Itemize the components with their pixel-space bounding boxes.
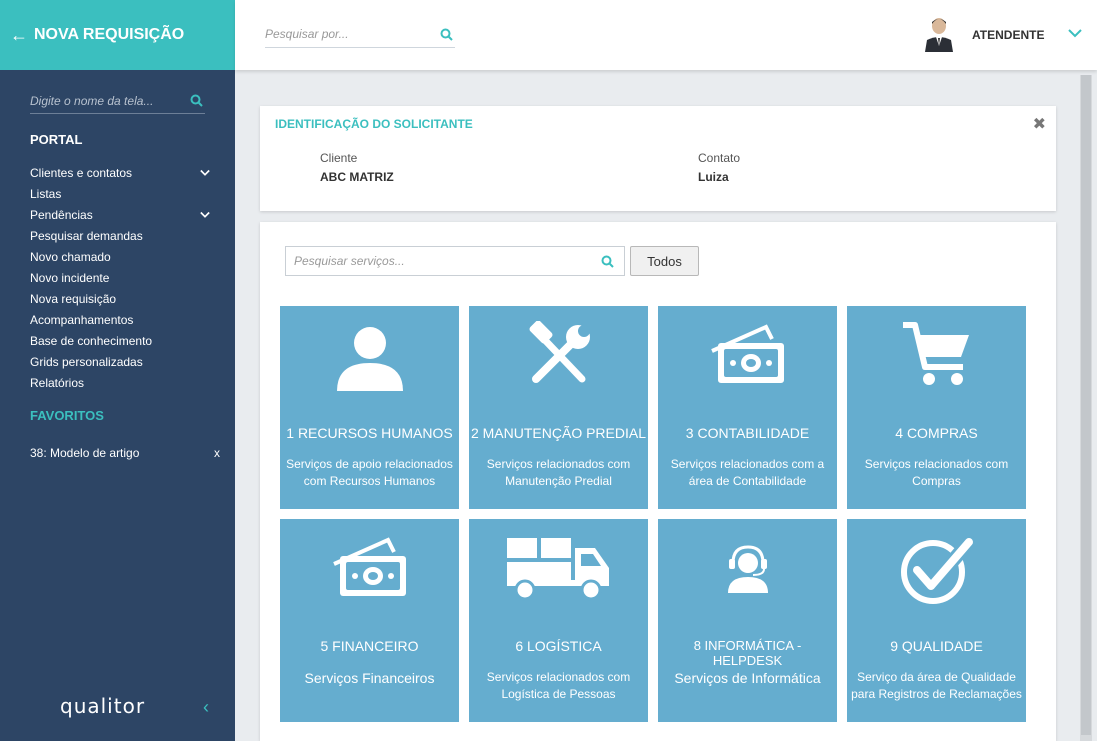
requester-identification-panel: IDENTIFICAÇÃO DO SOLICITANTE ✖ Cliente A… [260,106,1056,211]
close-icon[interactable]: ✖ [1033,114,1046,134]
client-label: Cliente [320,151,358,165]
tile-description: Serviços Financeiros [304,670,435,686]
search-icon[interactable] [190,94,203,107]
global-search [265,22,455,48]
menu-item-acompanhamentos[interactable]: Acompanhamentos [30,309,210,330]
scrollbar[interactable] [1080,75,1092,741]
tile-description: Serviços de apoio relacionados com Recur… [286,457,453,488]
chevron-down-icon[interactable] [1068,28,1082,38]
user-name[interactable]: ATENDENTE [972,28,1044,42]
tile-description: Serviços relacionados com Logística de P… [486,670,631,701]
tile-description: Serviços relacionados com Compras [864,457,1009,488]
search-icon[interactable] [601,255,614,268]
remove-favorite-button[interactable]: x [214,446,220,460]
menu-item-base-conhecimento[interactable]: Base de conhecimento [30,330,210,351]
tile-description: Serviços relacionados com Manutenção Pre… [486,457,631,488]
menu-item-novo-incidente[interactable]: Novo incidente [30,267,210,288]
qualitor-logo: qualitor [60,694,146,718]
screen-search [30,90,205,114]
menu-item-pendencias[interactable]: Pendências [30,204,210,225]
global-search-input[interactable] [265,22,425,46]
service-search-input[interactable] [286,247,586,275]
service-tile-recursos-humanos[interactable]: 1 RECURSOS HUMANOS Serviços de apoio rel… [280,306,459,509]
tile-title: 1 RECURSOS HUMANOS [286,425,453,441]
favorite-item[interactable]: 38: Modelo de artigo x [30,446,220,460]
sidebar: ← NOVA REQUISIÇÃO PORTAL Clientes e cont… [0,0,235,741]
tools-icon [529,321,590,383]
truck-icon [506,538,609,601]
user-icon [336,327,403,391]
collapse-sidebar-chevron-left-icon[interactable]: ‹ [203,697,209,718]
service-tile-compras[interactable]: 4 COMPRAS Serviços relacionados com Comp… [847,306,1026,509]
menu-item-relatorios[interactable]: Relatórios [30,372,210,393]
page-title: NOVA REQUISIÇÃO [34,26,185,43]
tile-description: Serviço da área de Qualidade para Regist… [851,670,1022,701]
back-arrow-icon[interactable]: ← [10,25,28,46]
tile-title: 2 MANUTENÇÃO PREDIAL [470,425,647,441]
menu-item-listas[interactable]: Listas [30,183,210,204]
avatar[interactable] [925,16,953,52]
sidebar-header[interactable]: ← NOVA REQUISIÇÃO [0,0,235,70]
menu-item-grids-personalizadas[interactable]: Grids personalizadas [30,351,210,372]
favorite-item-label[interactable]: 38: Modelo de artigo [30,446,139,460]
chevron-down-icon[interactable] [200,168,210,178]
tile-title: 4 COMPRAS [895,425,978,441]
contact-value: Luiza [698,170,729,184]
cart-icon [902,322,969,385]
service-tile-logistica[interactable]: 6 LOGÍSTICA Serviços relacionados com Lo… [469,519,648,722]
service-tile-financeiro[interactable]: 5 FINANCEIRO Serviços Financeiros [280,519,459,722]
tile-title: 8 INFORMÁTICA - HELPDESK [693,638,802,668]
top-bar: ATENDENTE [235,0,1097,70]
service-search [285,246,625,276]
service-tile-contabilidade[interactable]: 3 CONTABILIDADE Serviços relacionados co… [658,306,837,509]
money-icon [332,537,406,596]
money-icon [710,324,784,383]
contact-label: Contato [698,151,741,165]
portal-menu: Clientes e contatos Listas Pendências Pe… [30,162,210,393]
tile-title: 6 LOGÍSTICA [515,638,602,654]
client-value: ABC MATRIZ [320,170,394,184]
chevron-down-icon[interactable] [200,210,210,220]
tile-description: Serviços relacionados com a área de Cont… [670,457,825,488]
services-panel: Todos 1 RECURSOS HUMANOS Serviços de apo… [260,222,1056,741]
service-tile-manutencao-predial[interactable]: 2 MANUTENÇÃO PREDIAL Serviços relacionad… [469,306,648,509]
all-services-button[interactable]: Todos [630,246,699,276]
service-tile-informatica-helpdesk[interactable]: 8 INFORMÁTICA - HELPDESK Serviços de Inf… [658,519,837,722]
scrollbar-thumb[interactable] [1081,75,1091,735]
screen-search-input[interactable] [30,90,180,112]
check-icon [900,535,975,604]
tile-title: 5 FINANCEIRO [320,638,419,654]
tile-title: 3 CONTABILIDADE [685,425,810,441]
search-icon[interactable] [440,28,453,41]
menu-item-novo-chamado[interactable]: Novo chamado [30,246,210,267]
headset-icon [727,545,768,593]
favorites-section-title: FAVORITOS [30,408,104,423]
tile-title: 9 QUALIDADE [890,638,983,654]
portal-section-title: PORTAL [30,132,83,147]
tile-description: Serviços de Informática [674,670,821,686]
menu-item-clientes-contatos[interactable]: Clientes e contatos [30,162,210,183]
panel-title: IDENTIFICAÇÃO DO SOLICITANTE [275,117,473,131]
menu-item-pesquisar-demandas[interactable]: Pesquisar demandas [30,225,210,246]
service-tile-qualidade[interactable]: 9 QUALIDADE Serviço da área de Qualidade… [847,519,1026,722]
menu-item-nova-requisicao[interactable]: Nova requisição [30,288,210,309]
